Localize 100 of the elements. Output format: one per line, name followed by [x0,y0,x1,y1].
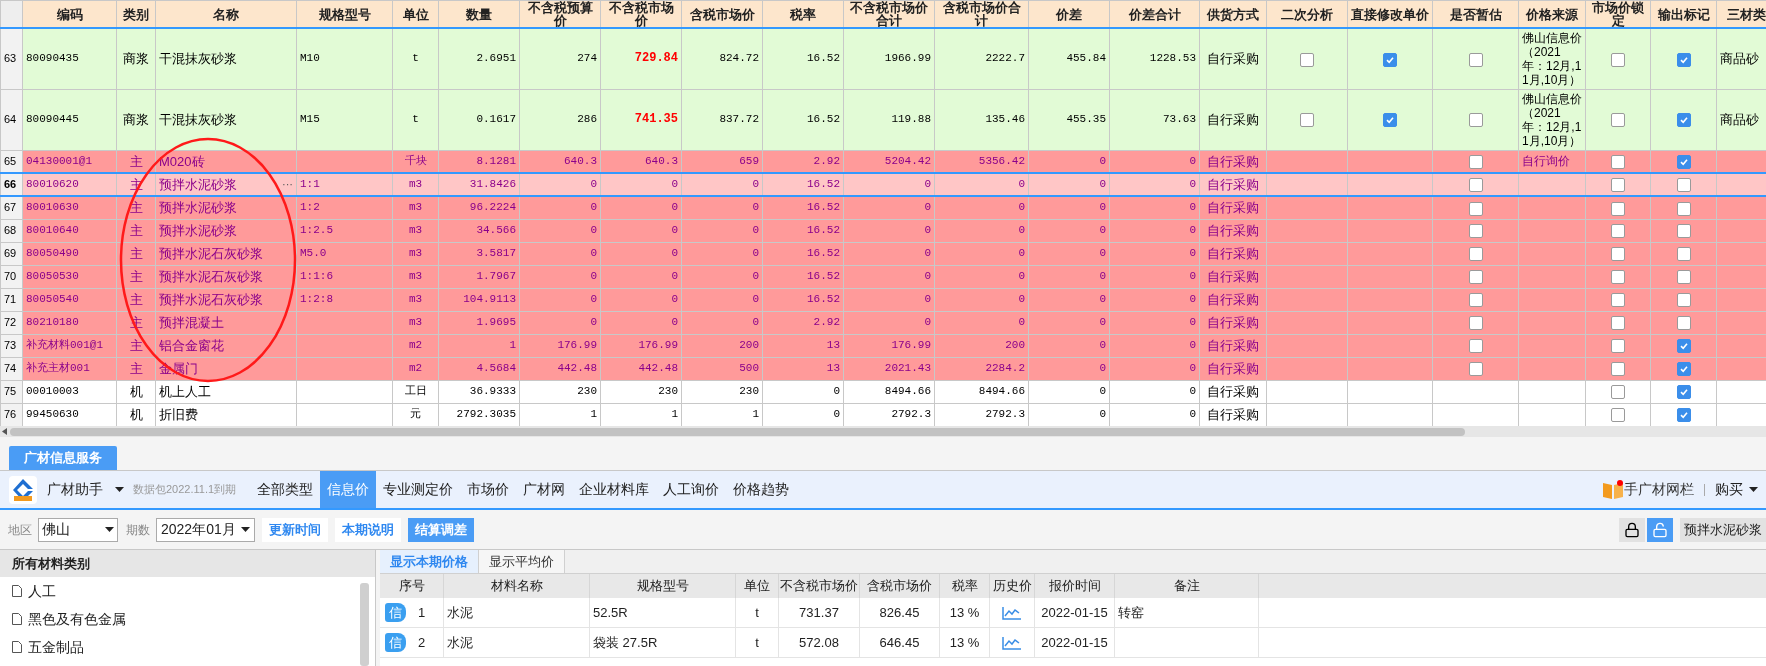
checkbox[interactable] [1676,270,1691,285]
checkbox[interactable] [1676,52,1691,67]
table-cell: 0 [843,265,935,288]
category-item[interactable]: 人工 [0,577,375,605]
period-select[interactable]: 2022年01月 [156,517,255,542]
category-item[interactable]: 黑色及有色金属 [0,605,375,633]
checkbox[interactable] [1468,201,1483,216]
checkbox[interactable] [1468,362,1483,377]
table-cell: 0 [934,288,1029,311]
table-row[interactable]: 63 80090435 商浆 干混抹灰砂浆 M10 t 2.6951 274 729.84 824.72 16.52 1966.99 2222.7 455.84 1228.53 自行采购 佛山信息价（2021年：12月,11月,10月） 商品砂 [0,28,1766,89]
table-row[interactable]: 76 99450630 机 折旧费 元 2792.3035 1 1 1 0 2792.3 2792.3 0 0 自行采购 [0,403,1766,426]
category-item[interactable]: 五金制品 [0,633,375,661]
checkbox[interactable] [1676,247,1691,262]
checkbox[interactable] [1611,201,1625,216]
checkbox[interactable] [1676,113,1691,128]
checkbox[interactable] [1676,339,1691,354]
scroll-left-icon[interactable] [2,428,8,435]
checkbox[interactable] [1611,155,1625,170]
checkbox[interactable] [1676,385,1691,400]
checkbox[interactable] [1468,293,1483,308]
row-number: 74 [0,357,23,380]
checkbox[interactable] [1676,224,1691,239]
nav-tab[interactable]: 价格趋势 [726,471,797,508]
table-cell: 1228.53 [1109,28,1200,89]
region-select[interactable]: 佛山 [38,517,118,542]
nav-tab[interactable]: 市场价 [460,471,517,508]
table-cell: 0 [1109,265,1200,288]
checkbox[interactable] [1676,155,1691,170]
table-row[interactable]: 71 80050540 主 预拌水泥石灰砂浆 1:2:8 m3 104.9113 0 0 0 16.52 0 0 0 0 自行采购 [0,288,1766,311]
checkbox[interactable] [1676,293,1691,308]
table-cell: 预拌水泥砂浆 [155,196,297,219]
picker-button[interactable]: ··· [282,177,293,192]
table-row[interactable]: 70 80050530 主 预拌水泥石灰砂浆 1:1:6 m3 1.7967 0 0 0 16.52 0 0 0 0 自行采购 [0,265,1766,288]
filter-button[interactable]: 更新时间 [262,517,328,542]
checkbox[interactable] [1611,247,1625,262]
horizontal-scrollbar[interactable] [0,426,1766,437]
checkbox[interactable] [1611,408,1625,423]
table-cell: 13 % [940,598,990,627]
checkbox[interactable] [1468,113,1483,128]
table-row[interactable]: 73 补充材料001@1 主 铝合金窗花 m2 1 176.99 176.99 200 13 176.99 200 0 0 自行采购 [0,334,1766,357]
checkbox[interactable] [1468,155,1483,170]
checkbox[interactable] [1468,224,1483,239]
checkbox[interactable] [1300,52,1314,67]
table-cell: 0 [519,219,601,242]
checkbox[interactable] [1676,201,1691,216]
app-name[interactable]: 广材助手 [47,479,103,500]
table-cell: 4.5684 [438,357,520,380]
table-row[interactable]: 69 80050490 主 预拌水泥石灰砂浆 M5.0 m3 3.5817 0 0 0 16.52 0 0 0 0 自行采购 [0,242,1766,265]
checkbox[interactable] [1611,113,1625,128]
checkbox[interactable] [1676,362,1691,377]
table-cell: 0 [843,219,935,242]
table-cell: 0 [1028,334,1110,357]
book-icon[interactable] [1602,479,1624,500]
checkbox[interactable] [1468,316,1483,331]
table-row[interactable]: 75 00010003 机 机上人工 工日 36.9333 230 230 230 0 8494.66 8494.66 0 0 自行采购 [0,380,1766,403]
checkbox[interactable] [1676,178,1691,193]
table-row[interactable]: 68 80010640 主 预拌水泥砂浆 1:2.5 m3 34.566 0 0 0 16.52 0 0 0 0 自行采购 [0,219,1766,242]
vertical-scrollbar[interactable] [360,583,369,666]
table-row[interactable]: 64 80090445 商浆 干混抹灰砂浆 M15 t 0.1617 286 741.35 837.72 16.52 119.88 135.46 455.35 73.63 自行采购 佛山信息价（2021年：12月,11月,10月） 商品砂 [0,89,1766,150]
checkbox[interactable] [1468,247,1483,262]
checkbox[interactable] [1611,362,1625,377]
checkbox[interactable] [1611,293,1625,308]
column-header: 含税市场价合计 [934,0,1029,28]
checkbox[interactable] [1611,224,1625,239]
nav-tab[interactable]: 全部类型 [250,471,321,508]
line-chart-icon[interactable] [1002,605,1022,620]
nav-tab[interactable]: 广材网 [516,471,573,508]
document-icon [12,585,22,597]
table-cell [1518,219,1586,242]
checkbox[interactable] [1468,52,1483,67]
checkbox[interactable] [1611,316,1625,331]
checkbox[interactable] [1300,113,1314,128]
checkbox[interactable] [1468,270,1483,285]
column-header: 数量 [438,0,520,28]
nav-tab[interactable]: 企业材料库 [572,471,657,508]
link[interactable]: 手广材网栏 [1624,479,1694,500]
row-number: 64 [0,89,23,150]
nav-tab[interactable]: 专业测定价 [376,471,461,508]
table-cell: 230 [681,380,763,403]
checkbox[interactable] [1611,52,1625,67]
checkbox[interactable] [1468,178,1483,193]
table-cell: m3 [392,196,439,219]
checkbox[interactable] [1676,316,1691,331]
table-row[interactable]: 67 80010630 主 预拌水泥砂浆 1:2 m3 96.2224 0 0 0 16.52 0 0 0 0 自行采购 [0,196,1766,219]
buy-menu[interactable]: 购买 [1715,479,1743,500]
nav-tab[interactable]: 人工询价 [656,471,727,508]
line-chart-icon[interactable] [1002,635,1022,650]
table-cell: 机 [116,380,156,403]
checkbox[interactable] [1383,113,1397,128]
checkbox[interactable] [1611,339,1625,354]
price-tab[interactable]: 显示平均价 [479,550,565,573]
lock-button[interactable] [1619,517,1645,542]
tag-button[interactable]: 预拌水泥砂浆 [1680,517,1766,542]
checkbox[interactable] [1468,339,1483,354]
checkbox[interactable] [1383,52,1397,67]
checkbox[interactable] [1611,385,1625,400]
checkbox[interactable] [1676,408,1691,423]
checkbox[interactable] [1611,178,1625,193]
checkbox[interactable] [1611,270,1625,285]
filter-button[interactable]: 本期说明 [335,517,401,542]
